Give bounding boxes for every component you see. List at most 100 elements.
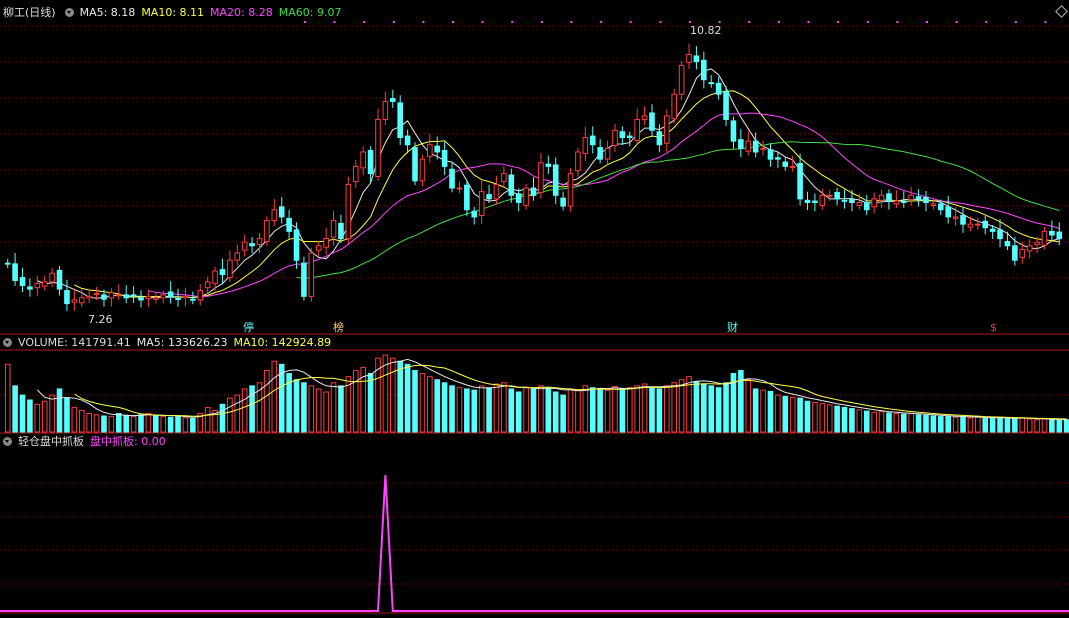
candle [945,195,952,224]
volume-bar [1034,419,1040,433]
candle-body [419,158,426,182]
candle-body [375,118,381,177]
ma20-line [148,112,1060,298]
marker-dot [570,21,573,23]
candle-body [27,286,33,290]
volume-bar [1063,419,1069,433]
candle-body [538,162,544,193]
candle [419,154,426,187]
candle [775,152,781,168]
candle-body [989,228,996,232]
volume-bar [234,394,241,433]
candle-body [945,206,952,218]
high-price-label: 10.82 [690,24,722,37]
candle-body [886,193,892,202]
candle-body [678,64,685,95]
candle-body [227,259,233,279]
candle [871,192,877,214]
marker-dot [452,21,455,23]
candle [441,141,448,176]
candle-body [664,115,670,144]
marker-dot [807,21,810,23]
candle [204,276,211,295]
volume-bar [219,403,226,433]
candle [412,142,418,186]
candle [767,143,774,167]
candle-body [249,243,255,247]
volume-bar [493,383,500,433]
candle [730,116,737,149]
candle-body [1012,245,1018,261]
volume-bar [338,385,344,433]
candle [545,155,552,174]
candle-body [686,53,692,63]
candle-body [108,292,115,299]
candle [115,284,122,300]
candle [449,161,455,193]
volume-bar [441,382,448,433]
candle [649,104,655,137]
candle [397,95,403,146]
volume-ma5-line [36,358,1067,421]
volume-bar [49,394,55,433]
candle-body [789,165,796,168]
candle-body [1019,248,1026,258]
volume-bar [464,388,470,433]
volume-legend: VOLUME: 141791.41 MA5: 133626.23 MA10: 142… [0,336,337,350]
candle [301,256,307,301]
volume-bar [575,389,581,433]
marker-dot [363,21,366,23]
dropdown-icon[interactable] [3,437,12,446]
volume-bar [471,389,478,433]
candle [130,286,137,303]
marker-dot [777,21,780,23]
dropdown-icon[interactable] [3,338,12,347]
candle [575,147,581,178]
candle-body [671,93,678,120]
volume-bar [227,397,233,433]
candle-body [797,163,803,200]
volume-bar [486,387,492,433]
candle-body [923,196,929,203]
candle [789,155,796,172]
volume-bar [945,415,952,433]
candle-body [382,100,389,120]
volume-bar [812,401,818,433]
volume-bar [1056,419,1063,433]
volume-bar [960,416,966,433]
candle [752,132,759,158]
candle [345,176,352,244]
candle-body [641,115,648,120]
volume-bar [745,379,752,433]
dropdown-icon[interactable] [64,8,74,17]
candle-body [952,216,959,219]
candle [264,216,270,246]
volume-bar [145,413,152,433]
candle-body [893,200,900,205]
candle-body [49,272,55,283]
volume-bar [656,388,663,433]
stock-chart: 10.82 7.26 停 榜 财 $ [0,21,1069,614]
candle [745,131,752,156]
candle [664,109,670,152]
candle [760,140,766,156]
low-price-label: 7.26 [88,313,113,326]
candle-body [1026,245,1033,252]
candle-body [338,222,344,240]
volume-bar [41,400,48,433]
candle [49,267,55,288]
candle-body [190,298,196,301]
volume-bar [271,360,278,433]
candle [582,126,589,161]
volume-bar [56,388,63,433]
candle [278,197,285,224]
candle-body [197,290,204,301]
volume-bar [597,388,603,433]
candle-body [486,194,492,200]
candle-body [619,131,626,139]
candle-body [345,183,352,240]
volume-bar [367,373,374,433]
volume-bar [975,416,981,433]
candle-body [693,55,700,63]
candle-body [167,291,174,298]
